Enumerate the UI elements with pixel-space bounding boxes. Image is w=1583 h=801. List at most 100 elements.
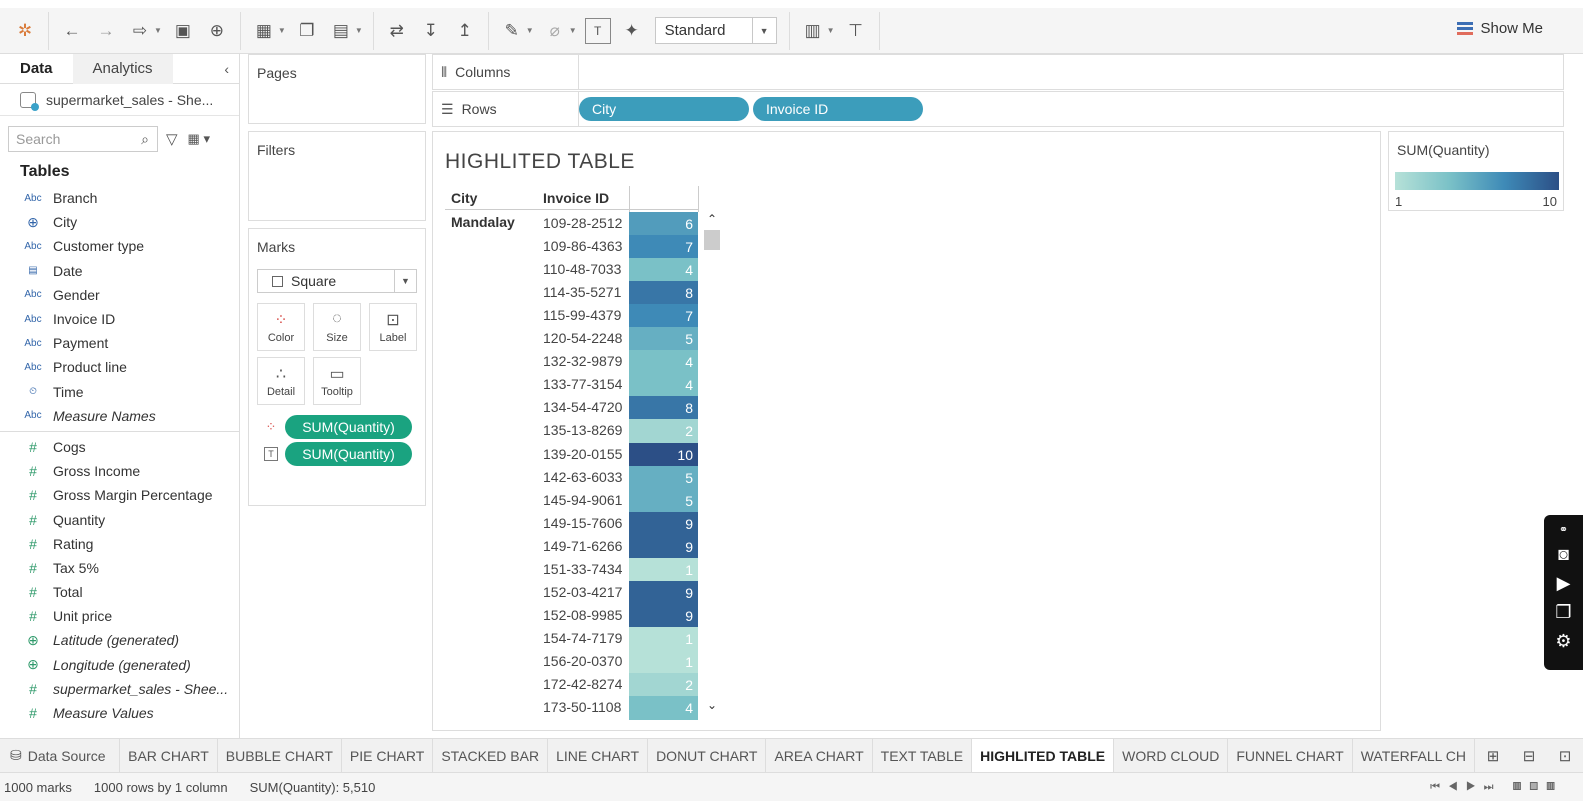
table-cell-quantity[interactable]: 1 — [629, 557, 698, 582]
table-cell-quantity[interactable]: 2 — [629, 419, 698, 444]
invoice-id-pill[interactable]: Invoice ID — [753, 97, 923, 121]
table-row-invoice-id[interactable]: 149-15-7606 — [543, 515, 627, 531]
sheet-tab[interactable]: BUBBLE CHART — [218, 739, 342, 772]
table-cell-quantity[interactable]: 5 — [629, 327, 698, 352]
field-item[interactable]: # Rating — [0, 532, 239, 556]
fit-select[interactable]: Standard ▼ — [654, 17, 777, 44]
datasource-item[interactable]: supermarket_sales - She... — [0, 84, 239, 116]
field-item[interactable]: ⊕ City — [0, 210, 239, 234]
color-pill[interactable]: SUM(Quantity) — [285, 415, 412, 439]
table-cell-quantity[interactable]: 10 — [629, 442, 698, 467]
pin-icon[interactable]: ✦ — [619, 18, 645, 44]
table-cell-quantity[interactable]: 4 — [629, 258, 698, 283]
tooltip-button[interactable]: ▭ Tooltip — [313, 357, 361, 405]
table-cell-quantity[interactable]: 8 — [629, 281, 698, 306]
chevron-down-icon[interactable]: ▼ — [751, 18, 776, 43]
tab-analytics[interactable]: Analytics — [72, 53, 173, 84]
collapse-icon[interactable]: ‹ — [224, 61, 229, 77]
table-cell-quantity[interactable]: 4 — [629, 696, 698, 721]
chevron-down-icon[interactable]: ▼ — [569, 26, 577, 35]
duplicate-sheet-icon[interactable]: ❐ — [294, 18, 320, 44]
table-row-invoice-id[interactable]: 173-50-1108 — [543, 699, 627, 715]
table-row-invoice-id[interactable]: 109-28-2512 — [543, 215, 627, 231]
field-item[interactable]: ⏲ Time — [0, 380, 239, 404]
field-item[interactable]: # Measure Values — [0, 701, 239, 725]
table-cell-quantity[interactable]: 2 — [629, 673, 698, 697]
new-story-icon[interactable]: ⊡ — [1547, 747, 1583, 765]
table-cell-quantity[interactable]: 5 — [629, 465, 698, 490]
label-button[interactable]: ⊡ Label — [369, 303, 417, 351]
rows-shelf[interactable]: ☰ Rows City Invoice ID — [432, 91, 1564, 127]
field-item[interactable]: Abc Customer type — [0, 234, 239, 258]
swap-icon[interactable]: ⇄ — [384, 18, 410, 44]
view-options-icon[interactable]: ▦ ▾ — [188, 131, 210, 147]
table-row-invoice-id[interactable]: 152-03-4217 — [543, 584, 627, 600]
field-item[interactable]: # Gross Margin Percentage — [0, 483, 239, 507]
table-cell-quantity[interactable]: 1 — [629, 649, 698, 674]
show-cards-icon[interactable]: ▥ — [800, 18, 826, 44]
sheet-tab[interactable]: WORD CLOUD — [1114, 739, 1229, 772]
sheet-tab[interactable]: BAR CHART — [120, 739, 218, 772]
field-item[interactable]: ⊕ Longitude (generated) — [0, 653, 239, 677]
table-row-invoice-id[interactable]: 133-77-3154 — [543, 376, 627, 392]
gear-icon[interactable]: ⚙ — [1544, 631, 1583, 652]
columns-shelf[interactable]: ⦀ Columns — [432, 54, 1564, 90]
sheet-tab[interactable]: PIE CHART — [342, 739, 434, 772]
table-cell-quantity[interactable]: 9 — [629, 534, 698, 559]
table-row-invoice-id[interactable]: 115-99-4379 — [543, 307, 627, 323]
sheet-tab[interactable]: DONUT CHART — [648, 739, 767, 772]
sort-descending-icon[interactable]: ↥ — [452, 18, 478, 44]
chevron-down-icon[interactable]: ▼ — [827, 26, 835, 35]
field-item[interactable]: Abc Measure Names — [0, 404, 239, 428]
table-row-invoice-id[interactable]: 156-20-0370 — [543, 653, 627, 669]
table-row-invoice-id[interactable]: 110-48-7033 — [543, 261, 627, 277]
table-cell-quantity[interactable]: 4 — [629, 373, 698, 398]
city-pill[interactable]: City — [579, 97, 749, 121]
table-row-invoice-id[interactable]: 120-54-2248 — [543, 330, 627, 346]
table-cell-quantity[interactable]: 9 — [629, 511, 698, 536]
table-row-invoice-id[interactable]: 139-20-0155 — [543, 446, 627, 462]
table-row-invoice-id[interactable]: 142-63-6033 — [543, 469, 627, 485]
field-item[interactable]: Abc Product line — [0, 355, 239, 379]
field-item[interactable]: Abc Payment — [0, 331, 239, 355]
sheet-tab[interactable]: STACKED BAR — [433, 739, 549, 772]
mark-type-select[interactable]: Square ▼ — [257, 269, 417, 293]
save-icon[interactable]: ▣ — [170, 18, 196, 44]
sheet-tab[interactable]: WATERFALL CH — [1353, 739, 1475, 772]
tab-data[interactable]: Data — [0, 54, 73, 84]
tableau-logo-icon[interactable]: ✲ — [12, 18, 38, 44]
chevron-down-icon[interactable]: ▼ — [394, 270, 416, 292]
chevron-down-icon[interactable]: ▼ — [278, 26, 286, 35]
new-worksheet-icon[interactable]: ⊞ — [1475, 747, 1511, 765]
table-cell-quantity[interactable]: 5 — [629, 488, 698, 513]
table-cell-quantity[interactable]: 4 — [629, 350, 698, 375]
tab-data-source[interactable]: ⛁ Data Source — [0, 739, 121, 772]
field-item[interactable]: Abc Invoice ID — [0, 307, 239, 331]
sheet-tab[interactable]: FUNNEL CHART — [1228, 739, 1353, 772]
table-cell-quantity[interactable]: 1 — [629, 626, 698, 651]
sheet-tab[interactable]: HIGHLITED TABLE — [972, 739, 1115, 772]
detail-button[interactable]: ∴ Detail — [257, 357, 305, 405]
highlight-icon[interactable]: ✎ — [499, 18, 525, 44]
field-item[interactable]: # Cogs — [0, 435, 239, 459]
size-button[interactable]: ◌ Size — [313, 303, 361, 351]
new-dashboard-icon[interactable]: ⊟ — [1511, 747, 1547, 765]
field-item[interactable]: # Gross Income — [0, 459, 239, 483]
table-row-invoice-id[interactable]: 152-08-9985 — [543, 607, 627, 623]
sheet-tab[interactable]: LINE CHART — [548, 739, 649, 772]
table-cell-quantity[interactable]: 9 — [629, 603, 698, 628]
table-row-invoice-id[interactable]: 145-94-9061 — [543, 492, 627, 508]
color-legend[interactable]: SUM(Quantity) 1 10 — [1388, 131, 1564, 211]
redo-icon[interactable]: → — [93, 18, 119, 44]
field-item[interactable]: Abc Gender — [0, 283, 239, 307]
table-row-invoice-id[interactable]: 149-71-6266 — [543, 538, 627, 554]
sheet-navigation-icons[interactable]: ⏮◀▶⏭ ▦▤▦ — [1430, 781, 1563, 794]
table-cell-quantity[interactable]: 8 — [629, 396, 698, 421]
filters-card[interactable]: Filters — [248, 131, 426, 221]
field-item[interactable]: # Quantity — [0, 507, 239, 531]
table-cell-quantity[interactable]: 6 — [629, 212, 698, 236]
table-row-invoice-id[interactable]: 154-74-7179 — [543, 630, 627, 646]
table-row-invoice-id[interactable]: 134-54-4720 — [543, 399, 627, 415]
table-row-invoice-id[interactable]: 132-32-9879 — [543, 353, 627, 369]
table-row-invoice-id[interactable]: 135-13-8269 — [543, 422, 627, 438]
